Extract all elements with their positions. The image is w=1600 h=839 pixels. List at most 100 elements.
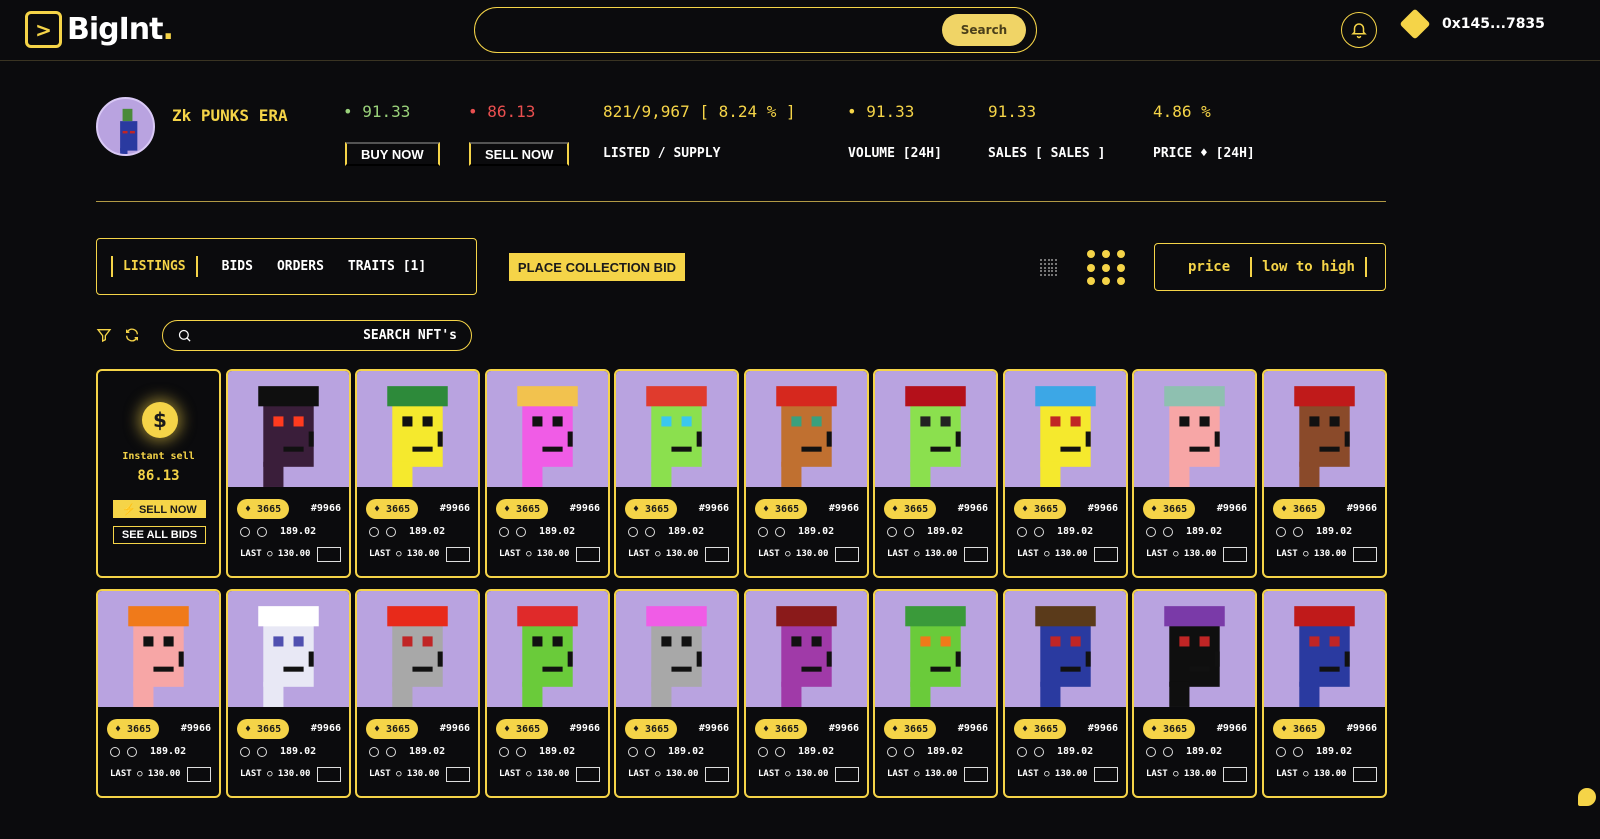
nft-image	[746, 371, 867, 487]
nft-last-sale: LAST ○ 130.00	[110, 769, 181, 779]
wallet-button[interactable]: 0x145...7835	[1398, 8, 1545, 40]
buy-now-button[interactable]: BUY NOW	[345, 142, 440, 166]
nft-card[interactable]: ♦ 3665 #9966 189.02 LAST ○ 130.00	[1132, 589, 1257, 798]
nft-search: SEARCH NFT's	[162, 320, 472, 351]
nft-card[interactable]: ♦ 3665 #9966 189.02 LAST ○ 130.00	[1262, 369, 1387, 578]
nft-card[interactable]: ♦ 3665 #9966 189.02 LAST ○ 130.00	[614, 589, 739, 798]
nft-card[interactable]: ♦ 3665 #9966 189.02 LAST ○ 130.00	[485, 369, 610, 578]
nft-id: #9966	[180, 723, 211, 734]
select-checkbox[interactable]	[1094, 767, 1118, 782]
tab-bids[interactable]: BIDS	[222, 259, 253, 274]
nft-card[interactable]: ♦ 3665 #9966 189.02 LAST ○ 130.00	[744, 369, 869, 578]
punk-art	[776, 386, 837, 487]
global-search-input[interactable]	[491, 18, 931, 42]
select-checkbox[interactable]	[705, 767, 729, 782]
place-collection-bid-button[interactable]: PLACE COLLECTION BID	[509, 253, 685, 281]
nft-card[interactable]: ♦ 3665 #9966 189.02 LAST ○ 130.00	[355, 589, 480, 798]
nft-card[interactable]: ♦ 3665 #9966 189.02 LAST ○ 130.00	[1003, 589, 1128, 798]
nft-image	[1005, 371, 1126, 487]
dollar-coin-icon: $	[142, 402, 178, 438]
punk-art	[646, 606, 707, 707]
nft-last-sale: LAST ○ 130.00	[758, 769, 829, 779]
nft-image	[746, 591, 867, 707]
nft-price: ♦ 3665	[1273, 719, 1326, 739]
nft-card[interactable]: ♦ 3665 #9966 189.02 LAST ○ 130.00	[485, 589, 610, 798]
filter-icon[interactable]	[96, 327, 112, 343]
select-checkbox[interactable]	[705, 547, 729, 562]
nft-bid: 189.02	[539, 526, 576, 537]
sort-label: price	[1188, 259, 1231, 275]
nft-last-sale: LAST ○ 130.00	[369, 549, 440, 559]
select-checkbox[interactable]	[576, 767, 600, 782]
nft-card[interactable]: ♦ 3665 #9966 189.02 LAST ○ 130.00	[744, 589, 869, 798]
nft-id: #9966	[698, 503, 729, 514]
nft-id: #9966	[957, 503, 988, 514]
nft-search-input[interactable]	[203, 326, 353, 346]
nft-last-sale: LAST ○ 130.00	[758, 549, 829, 559]
nft-price: ♦ 3665	[625, 499, 678, 519]
select-checkbox[interactable]	[1223, 547, 1247, 562]
select-checkbox[interactable]	[1223, 767, 1247, 782]
select-checkbox[interactable]	[576, 547, 600, 562]
select-checkbox[interactable]	[446, 547, 470, 562]
see-all-bids-button[interactable]: SEE ALL BIDS	[113, 526, 206, 544]
nft-card[interactable]: ♦ 3665 #9966 189.02 LAST ○ 130.00	[96, 589, 221, 798]
tab-listings[interactable]: LISTINGS	[111, 256, 198, 277]
select-checkbox[interactable]	[964, 547, 988, 562]
sell-now-button[interactable]: SELL NOW	[469, 142, 570, 166]
nft-search-placeholder: SEARCH NFT's	[363, 328, 457, 343]
punk-art	[387, 386, 448, 487]
nft-card[interactable]: ♦ 3665 #9966 189.02 LAST ○ 130.00	[1132, 369, 1257, 578]
select-checkbox[interactable]	[835, 547, 859, 562]
logo[interactable]: > BigInt.	[25, 11, 174, 48]
small-grid-view-icon[interactable]	[1040, 259, 1058, 277]
nft-card[interactable]: ♦ 3665 #9966 189.02 LAST ○ 130.00	[873, 369, 998, 578]
currency-icons	[369, 747, 403, 757]
volume-value: • 91.33	[847, 102, 915, 121]
select-checkbox[interactable]	[964, 767, 988, 782]
nft-last-sale: LAST ○ 130.00	[887, 769, 958, 779]
select-checkbox[interactable]	[1353, 767, 1377, 782]
nft-last-sale: LAST ○ 130.00	[1017, 549, 1088, 559]
punk-art	[1164, 606, 1225, 707]
punk-art	[517, 606, 578, 707]
nft-id: #9966	[828, 503, 859, 514]
select-checkbox[interactable]	[317, 547, 341, 562]
large-grid-view-icon[interactable]	[1087, 250, 1127, 286]
sort-dropdown[interactable]: price low to high	[1154, 243, 1386, 291]
select-checkbox[interactable]	[835, 767, 859, 782]
select-checkbox[interactable]	[317, 767, 341, 782]
notification-button[interactable]	[1341, 12, 1377, 48]
nft-card[interactable]: ♦ 3665 #9966 189.02 LAST ○ 130.00	[614, 369, 739, 578]
nft-card[interactable]: ♦ 3665 #9966 189.02 LAST ○ 130.00	[226, 369, 351, 578]
select-checkbox[interactable]	[1353, 547, 1377, 562]
chat-icon[interactable]	[1578, 788, 1596, 806]
collection-avatar	[96, 97, 155, 156]
search-button[interactable]: Search	[942, 14, 1026, 46]
top-bar: > BigInt. Search 0x145...7835	[0, 0, 1600, 61]
punk-art	[387, 606, 448, 707]
nft-card[interactable]: ♦ 3665 #9966 189.02 LAST ○ 130.00	[873, 589, 998, 798]
select-checkbox[interactable]	[446, 767, 470, 782]
nft-card[interactable]: ♦ 3665 #9966 189.02 LAST ○ 130.00	[1262, 589, 1387, 798]
tab-traits[interactable]: TRAITS [1]	[348, 259, 426, 274]
nft-last-sale: LAST ○ 130.00	[240, 769, 311, 779]
nft-card[interactable]: ♦ 3665 #9966 189.02 LAST ○ 130.00	[355, 369, 480, 578]
tab-orders[interactable]: ORDERS	[277, 259, 324, 274]
select-checkbox[interactable]	[1094, 547, 1118, 562]
instant-sell-button[interactable]: ⚡ SELL NOW	[113, 500, 206, 518]
nft-bid: 189.02	[1057, 526, 1094, 537]
currency-icons	[1017, 747, 1051, 757]
nft-bid: 189.02	[1316, 526, 1353, 537]
buy-now-value: • 91.33	[343, 102, 411, 121]
currency-icons	[758, 527, 792, 537]
currency-icons	[1146, 747, 1180, 757]
nft-last-sale: LAST ○ 130.00	[1276, 549, 1347, 559]
nft-image	[98, 591, 219, 707]
select-checkbox[interactable]	[187, 767, 211, 782]
currency-icons	[240, 527, 274, 537]
nft-card[interactable]: ♦ 3665 #9966 189.02 LAST ○ 130.00	[1003, 369, 1128, 578]
nft-card[interactable]: ♦ 3665 #9966 189.02 LAST ○ 130.00	[226, 589, 351, 798]
punk-art	[905, 606, 966, 707]
refresh-icon[interactable]	[123, 327, 141, 343]
